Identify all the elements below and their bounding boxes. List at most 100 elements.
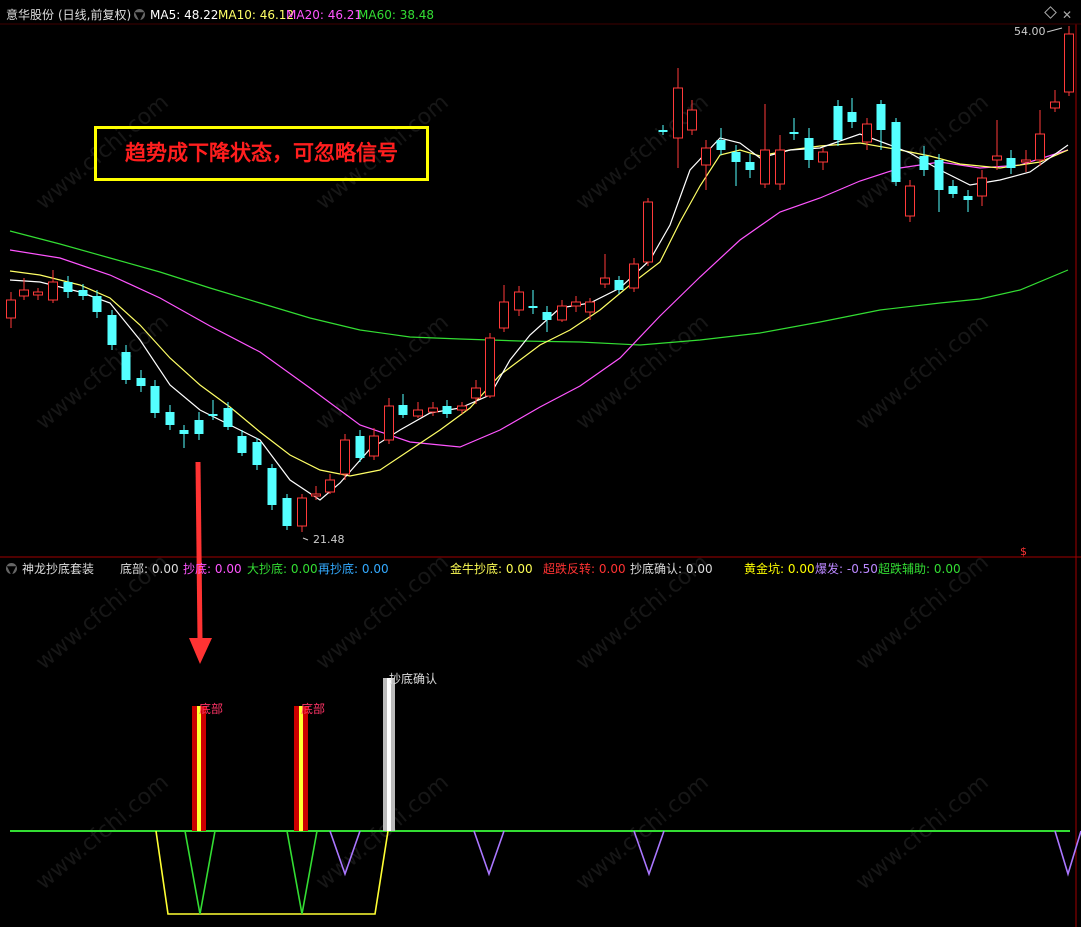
candlestick: [745, 154, 755, 178]
field-chaodiefanzhuan: 超跌反转: 0.00: [543, 562, 626, 576]
candle-body: [208, 414, 218, 416]
candle-body: [775, 149, 785, 185]
candle-body: [528, 306, 538, 308]
candlestick: [355, 430, 365, 462]
candlestick: [833, 100, 843, 146]
chart-header: 意华股份 (日线,前复权) ▼ MA5: 48.22 MA10: 46.12 M…: [0, 0, 1081, 24]
candle-body: [557, 305, 567, 321]
dibu-bar-core: [299, 706, 303, 831]
candle-body: [121, 352, 131, 380]
candle-body: [413, 409, 423, 417]
indicator-panel: [10, 678, 1081, 915]
chevron-down-icon[interactable]: ▼: [134, 9, 145, 23]
indicator-header: ▼ 神龙抄底套装 底部: 0.00 抄底: 0.00 大抄底: 0.00 再抄底…: [0, 560, 1081, 578]
candle-body: [992, 155, 1002, 161]
candle-body: [311, 493, 321, 497]
candle-body: [355, 436, 365, 458]
candle-body: [485, 337, 495, 397]
candle-body: [297, 497, 307, 527]
field-dibu: 底部: 0.00: [120, 562, 179, 576]
candlestick: [977, 170, 987, 206]
bar-label-dibu: 底部: [199, 702, 224, 716]
candle-body: [107, 315, 117, 345]
candlestick: [369, 428, 379, 460]
candlestick: [818, 148, 828, 170]
field-zaichaodi: 再抄底: 0.00: [318, 562, 389, 576]
candlestick: [557, 300, 567, 322]
candlestick: [121, 345, 131, 384]
candlestick: [775, 135, 785, 190]
candlestick: [398, 394, 408, 418]
candle-body: [643, 201, 653, 263]
candlestick: [208, 400, 218, 420]
candle-body: [33, 291, 43, 296]
candlestick: [1064, 26, 1074, 96]
candle-body: [818, 151, 828, 163]
close-icon[interactable]: ✕: [1062, 8, 1072, 22]
candle-body: [948, 186, 958, 194]
candlestick: [1050, 90, 1060, 112]
candle-body: [63, 282, 73, 292]
chart-period[interactable]: (日线,前复权): [58, 8, 131, 22]
candle-body: [1050, 101, 1060, 109]
candle-body: [963, 196, 973, 200]
candlestick: [600, 254, 610, 288]
candlestick: [760, 104, 770, 188]
candle-body: [325, 479, 335, 493]
candlestick: [716, 128, 726, 155]
ma5-label: MA5: 48.22: [150, 8, 219, 22]
candlestick: [384, 398, 394, 444]
candlestick: [33, 288, 43, 300]
candlestick: [237, 430, 247, 456]
candle-body: [194, 420, 204, 434]
candle-body: [471, 387, 481, 399]
candle-body: [876, 104, 886, 130]
candle-body: [731, 152, 741, 162]
candlestick: [643, 198, 653, 266]
candlestick: [1035, 110, 1045, 166]
stock-name[interactable]: 意华股份: [6, 8, 54, 22]
baofa-v: [473, 830, 505, 877]
candle-body: [629, 263, 639, 289]
candle-body: [179, 430, 189, 434]
candlestick: [905, 180, 915, 222]
huangjinkeng-line: [155, 830, 389, 915]
candle-body: [919, 156, 929, 170]
candlestick: [150, 380, 160, 418]
dachaodi-v: [286, 830, 318, 915]
candlestick: [485, 333, 495, 398]
candle-body: [369, 435, 379, 457]
diamond-icon[interactable]: [1044, 6, 1057, 19]
ma20-label: MA20: 46.21: [286, 8, 363, 22]
candle-body: [499, 301, 509, 329]
candle-body: [340, 439, 350, 475]
baofa-v: [329, 830, 361, 877]
field-chaodiqueren: 抄底确认: 0.00: [630, 562, 713, 576]
indicator-name[interactable]: 神龙抄底套装: [22, 562, 94, 576]
dollar-icon[interactable]: $: [1020, 545, 1027, 558]
candle-body: [658, 130, 668, 132]
candle-body: [384, 405, 394, 441]
candle-body: [804, 138, 814, 160]
candle-body: [847, 112, 857, 122]
candle-body: [614, 280, 624, 290]
candlestick: [629, 258, 639, 292]
candlestick: [658, 125, 668, 135]
candle-body: [701, 147, 711, 166]
candle-body: [585, 301, 595, 313]
candlestick: [471, 380, 481, 404]
chevron-down-icon[interactable]: ▼: [6, 563, 17, 577]
candlestick: [992, 120, 1002, 170]
ma60-label: MA60: 38.48: [358, 8, 435, 22]
candle-body: [165, 412, 175, 425]
candle-body: [1064, 33, 1074, 93]
candlestick: [136, 370, 146, 392]
candle-body: [716, 140, 726, 150]
trend-alert-box: 趋势成下降状态，可忽略信号: [94, 126, 429, 181]
candlestick: [1021, 150, 1031, 172]
dibu-bar-core: [197, 706, 201, 831]
candlestick: [528, 290, 538, 314]
high-price-label: 54.00: [1014, 25, 1046, 38]
baofa-v: [1054, 830, 1081, 877]
candlestick: [325, 474, 335, 494]
